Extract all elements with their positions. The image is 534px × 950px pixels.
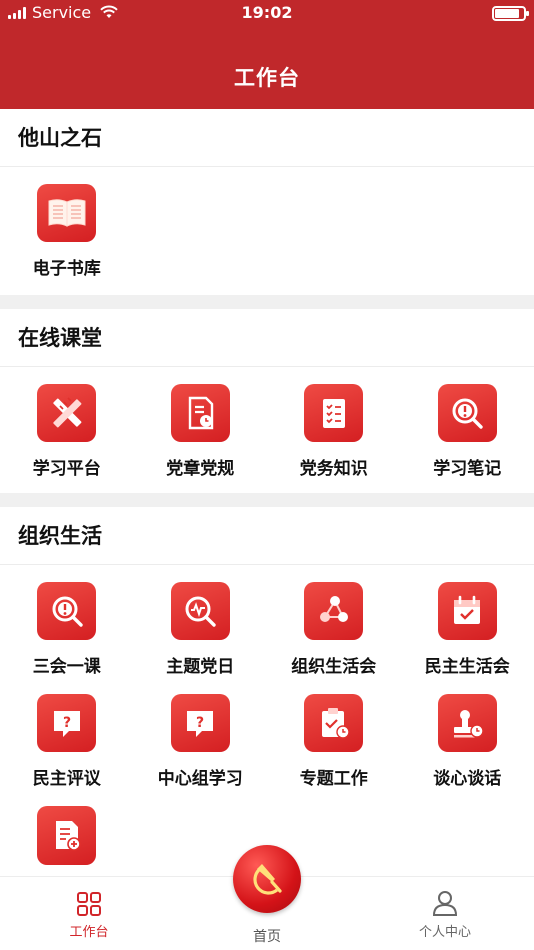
section-org-life: 组织生活 三会一课 主题党日 组织生活会 民主生活会 ? 民主评议 ? 中心组学…: [0, 507, 534, 901]
ebook-library-button[interactable]: 电子书库: [0, 167, 134, 279]
clipboard-clock-icon: [304, 694, 364, 752]
tab-profile[interactable]: 个人中心: [356, 877, 534, 950]
question-bubble-icon: ?: [37, 694, 97, 752]
checklist-icon: [304, 384, 364, 442]
pencil-ruler-icon: [37, 384, 97, 442]
item-label: 专题工作: [299, 769, 368, 789]
special-work-button[interactable]: 专题工作: [267, 677, 401, 789]
three-meetings-button[interactable]: 三会一课: [0, 565, 134, 677]
calendar-check-icon: [437, 582, 497, 640]
item-label: 中心组学习: [157, 769, 243, 789]
item-label: 学习笔记: [433, 459, 502, 479]
party-rules-button[interactable]: 党章党规: [134, 367, 268, 479]
item-label: 组织生活会: [291, 657, 377, 677]
theme-party-day-button[interactable]: 主题党日: [134, 565, 268, 677]
tab-label: 工作台: [69, 925, 109, 940]
svg-text:?: ?: [63, 715, 71, 731]
battery-icon: [492, 6, 529, 21]
book-icon: [37, 184, 97, 242]
democratic-review-button[interactable]: ? 民主评议: [0, 677, 134, 789]
magnifier-pulse-icon: [170, 582, 230, 640]
workbench-screen: Service 19:02 工作台 他山之石 电子书库 在线课堂 学习平台 党章…: [0, 0, 534, 950]
tab-home-label: 首页: [253, 929, 281, 945]
tab-home[interactable]: [233, 845, 301, 913]
magnifier-alert-icon: [37, 582, 97, 640]
section-title: 组织生活: [0, 507, 534, 565]
section-divider: [0, 295, 534, 309]
svg-text:?: ?: [196, 715, 204, 731]
item-label: 三会一课: [32, 657, 101, 677]
item-label: 谈心谈话: [433, 769, 502, 789]
document-add-icon: [37, 806, 97, 865]
heart-talk-button[interactable]: 谈心谈话: [401, 677, 534, 789]
status-bar: Service 19:02: [0, 0, 534, 28]
item-label: 学习平台: [32, 459, 101, 479]
central-group-study-button[interactable]: ? 中心组学习: [134, 677, 268, 789]
section-title: 在线课堂: [0, 309, 534, 367]
grid-icon: [77, 892, 101, 916]
section-reference: 他山之石 电子书库: [0, 109, 534, 279]
share-icon: [304, 582, 364, 640]
party-emblem-icon: [253, 864, 282, 895]
item-label: 民主生活会: [424, 657, 510, 677]
democratic-life-meeting-button[interactable]: 民主生活会: [401, 565, 534, 677]
document-stamp-icon: [170, 384, 230, 442]
tab-workbench[interactable]: 工作台: [0, 877, 178, 950]
item-label: 党章党规: [166, 459, 235, 479]
app-header: Service 19:02 工作台: [0, 0, 534, 109]
study-platform-button[interactable]: 学习平台: [0, 367, 134, 479]
tab-label: 个人中心: [418, 925, 471, 940]
seal-clock-icon: [437, 694, 497, 752]
status-time: 19:02: [241, 3, 293, 22]
user-icon: [432, 891, 458, 916]
party-knowledge-button[interactable]: 党务知识: [267, 367, 401, 479]
magnifier-alert-icon: [437, 384, 497, 442]
page-title: 工作台: [234, 66, 300, 90]
item-label: 民主评议: [32, 769, 101, 789]
org-life-meeting-button[interactable]: 组织生活会: [267, 565, 401, 677]
question-bubble-icon: ?: [170, 694, 230, 752]
study-notes-button[interactable]: 学习笔记: [401, 367, 534, 479]
item-label: 电子书库: [32, 259, 101, 279]
section-title: 他山之石: [0, 109, 534, 167]
section-online-class: 在线课堂 学习平台 党章党规 党务知识 学习笔记: [0, 309, 534, 479]
item-label: 主题党日: [166, 657, 235, 677]
item-label: 党务知识: [299, 459, 368, 479]
section-divider: [0, 493, 534, 507]
